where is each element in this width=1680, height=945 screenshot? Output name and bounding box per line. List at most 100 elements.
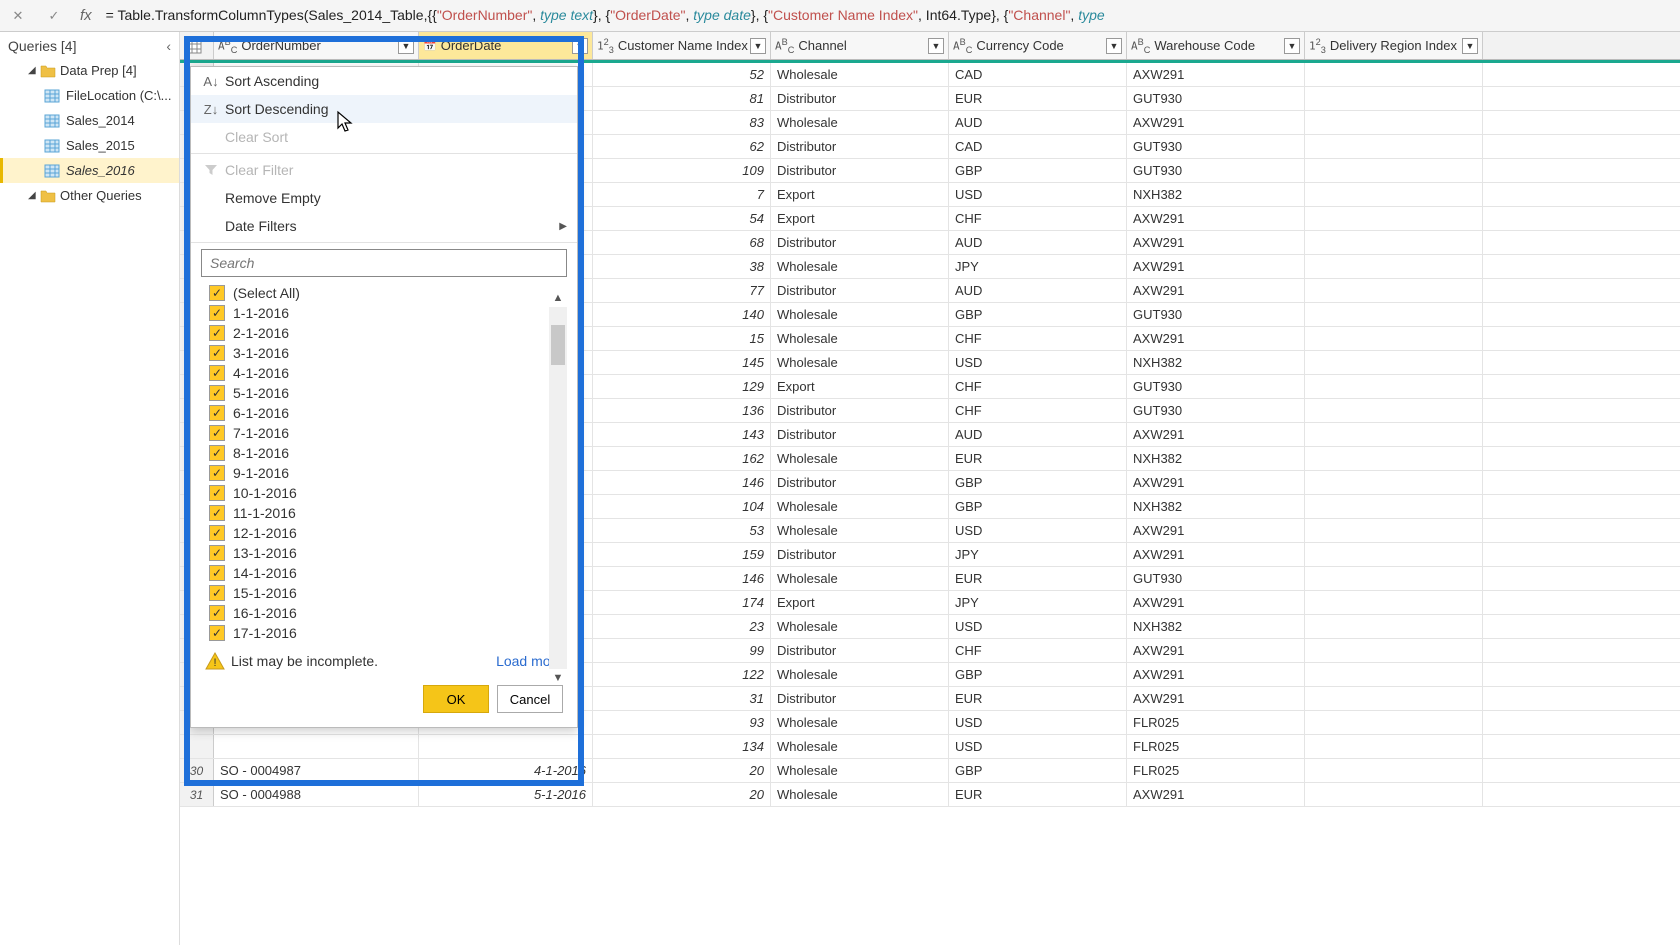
filter-value-item[interactable]: ✓14-1-2016	[209, 563, 567, 583]
cell-warehouse: AXW291	[1127, 231, 1305, 254]
query-item-sales-2015[interactable]: Sales_2015	[0, 133, 179, 158]
query-item-sales-2014[interactable]: Sales_2014	[0, 108, 179, 133]
table-row[interactable]: 134WholesaleUSDFLR025	[180, 735, 1680, 759]
cell-region	[1305, 279, 1483, 302]
cell-region	[1305, 255, 1483, 278]
checkbox-icon[interactable]: ✓	[209, 485, 225, 501]
column-header-customer-name-index[interactable]: 123Customer Name Index▼	[593, 32, 771, 59]
checkbox-icon[interactable]: ✓	[209, 525, 225, 541]
checkbox-icon[interactable]: ✓	[209, 545, 225, 561]
folder-other-queries[interactable]: ◢ Other Queries	[0, 183, 179, 208]
checkbox-icon[interactable]: ✓	[209, 385, 225, 401]
cell-warehouse: GUT930	[1127, 567, 1305, 590]
filter-value-item[interactable]: ✓ 5-1-2016	[209, 383, 567, 403]
accept-formula-icon[interactable]: ✓	[36, 0, 72, 32]
filter-value-item[interactable]: ✓(Select All)	[209, 283, 567, 303]
query-item-sales-2016[interactable]: Sales_2016	[0, 158, 179, 183]
column-header-warehouse-code[interactable]: ABCWarehouse Code▼	[1127, 32, 1305, 59]
table-row[interactable]: 31SO - 00049885-1-201620WholesaleEURAXW2…	[180, 783, 1680, 807]
clear-filter: Clear Filter	[191, 156, 577, 184]
scroll-thumb[interactable]	[551, 325, 565, 365]
rownum-header[interactable]	[180, 32, 214, 59]
checkbox-icon[interactable]: ✓	[209, 445, 225, 461]
cell-channel: Wholesale	[771, 711, 949, 734]
column-header-orderdate[interactable]: 📅OrderDate▼	[419, 32, 593, 59]
cell-channel: Distributor	[771, 639, 949, 662]
folder-label: Data Prep [4]	[60, 63, 137, 78]
column-header-currency-code[interactable]: ABCCurrency Code▼	[949, 32, 1127, 59]
sort-ascending[interactable]: A↓ Sort Ascending	[191, 67, 577, 95]
checkbox-icon[interactable]: ✓	[209, 425, 225, 441]
cell-currency: CHF	[949, 375, 1127, 398]
checkbox-icon[interactable]: ✓	[209, 285, 225, 301]
checkbox-icon[interactable]: ✓	[209, 585, 225, 601]
column-header-delivery-region-index[interactable]: 123Delivery Region Index▼	[1305, 32, 1483, 59]
checkbox-icon[interactable]: ✓	[209, 565, 225, 581]
filter-value-item[interactable]: ✓3-1-2016	[209, 343, 567, 363]
filter-value-item[interactable]: ✓4-1-2016	[209, 363, 567, 383]
query-item-filelocation-c-[interactable]: FileLocation (C:\...	[0, 83, 179, 108]
search-input[interactable]	[201, 249, 567, 277]
cell-warehouse: NXH382	[1127, 351, 1305, 374]
filter-value-item[interactable]: ✓11-1-2016	[209, 503, 567, 523]
filter-value-item[interactable]: ✓9-1-2016	[209, 463, 567, 483]
filter-dropdown-icon[interactable]: ▼	[928, 38, 944, 54]
filter-value-item[interactable]: ✓16-1-2016	[209, 603, 567, 623]
cell-warehouse: NXH382	[1127, 447, 1305, 470]
filter-value-item[interactable]: ✓10-1-2016	[209, 483, 567, 503]
checkbox-icon[interactable]: ✓	[209, 305, 225, 321]
queries-header[interactable]: Queries [4] ‹	[0, 34, 179, 58]
filter-value-item[interactable]: ✓12-1-2016	[209, 523, 567, 543]
filter-value-item[interactable]: ✓15-1-2016	[209, 583, 567, 603]
folder-data-prep[interactable]: ◢ Data Prep [4]	[0, 58, 179, 83]
checkbox-icon[interactable]: ✓	[209, 405, 225, 421]
filter-dropdown-icon[interactable]: ▼	[750, 38, 766, 54]
checkbox-icon[interactable]: ✓	[209, 325, 225, 341]
column-name: Currency Code	[976, 38, 1106, 53]
cell-warehouse: AXW291	[1127, 279, 1305, 302]
scroll-track[interactable]	[549, 307, 567, 669]
column-name: Warehouse Code	[1154, 38, 1284, 53]
checkbox-icon[interactable]: ✓	[209, 465, 225, 481]
filter-value-item[interactable]: ✓8-1-2016	[209, 443, 567, 463]
scroll-down-icon[interactable]: ▼	[549, 669, 567, 687]
cell-warehouse: GUT930	[1127, 87, 1305, 110]
filter-value-item[interactable]: ✓17-1-2016	[209, 623, 567, 643]
remove-empty[interactable]: Remove Empty	[191, 184, 577, 212]
filter-value-item[interactable]: ✓1-1-2016	[209, 303, 567, 323]
cancel-formula-icon[interactable]: ✕	[0, 0, 36, 32]
filter-value-label: 5-1-2016	[233, 385, 289, 401]
date-filters[interactable]: Date Filters ▶	[191, 212, 577, 240]
sort-descending[interactable]: Z↓ Sort Descending	[191, 95, 577, 123]
filter-value-item[interactable]: ✓2-1-2016	[209, 323, 567, 343]
filter-dropdown-icon[interactable]: ▼	[1462, 38, 1478, 54]
filter-dropdown-icon[interactable]: ▼	[398, 38, 414, 54]
filter-value-item[interactable]: ✓6-1-2016	[209, 403, 567, 423]
ok-button[interactable]: OK	[423, 685, 489, 713]
cell-region	[1305, 327, 1483, 350]
column-header-ordernumber[interactable]: ABCOrderNumber▼	[214, 32, 419, 59]
filter-dropdown-icon[interactable]: ▼	[1284, 38, 1300, 54]
filter-dropdown-icon[interactable]: ▼	[1106, 38, 1122, 54]
filter-dropdown-icon[interactable]: ▼	[572, 38, 588, 54]
checkbox-icon[interactable]: ✓	[209, 345, 225, 361]
filter-value-label: 13-1-2016	[233, 545, 297, 561]
filter-scrollbar[interactable]: ▲ ▼	[549, 289, 567, 687]
cell-channel: Wholesale	[771, 447, 949, 470]
checkbox-icon[interactable]: ✓	[209, 625, 225, 641]
column-header-channel[interactable]: ABCChannel▼	[771, 32, 949, 59]
cancel-button[interactable]: Cancel	[497, 685, 563, 713]
filter-value-item[interactable]: ✓ 13-1-2016	[209, 543, 567, 563]
collapse-icon[interactable]: ‹	[166, 38, 171, 54]
scroll-up-icon[interactable]: ▲	[549, 289, 567, 307]
checkbox-icon[interactable]: ✓	[209, 505, 225, 521]
checkbox-icon[interactable]: ✓	[209, 365, 225, 381]
cell-customer-index: 7	[593, 183, 771, 206]
type-icon: 123	[1309, 37, 1326, 55]
table-row[interactable]: 30SO - 00049874-1-201620WholesaleGBPFLR0…	[180, 759, 1680, 783]
formula-text[interactable]: = Table.TransformColumnTypes(Sales_2014_…	[100, 7, 1680, 24]
checkbox-icon[interactable]: ✓	[209, 605, 225, 621]
cell-channel: Distributor	[771, 135, 949, 158]
filter-value-item[interactable]: ✓7-1-2016	[209, 423, 567, 443]
cell-currency: USD	[949, 351, 1127, 374]
